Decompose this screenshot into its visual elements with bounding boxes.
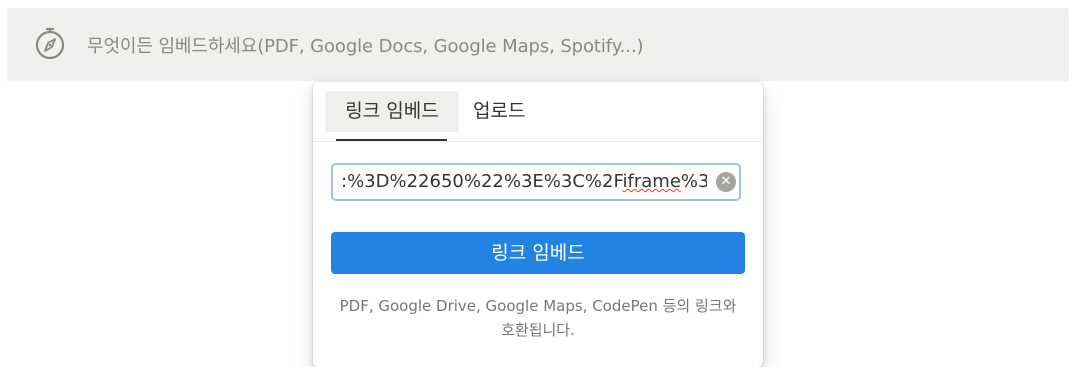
- embed-url-value[interactable]: :%3D%22650%22%3E%3C%2Fiframe%3E: [341, 165, 707, 199]
- url-text-misspelled: iframe: [622, 171, 681, 192]
- embed-popup: 링크 임베드 업로드 :%3D%22650%22%3E%3C%2Fiframe%…: [313, 82, 763, 367]
- embed-block-placeholder[interactable]: 무엇이든 임베드하세요(PDF, Google Docs, Google Map…: [7, 8, 1069, 81]
- tab-upload[interactable]: 업로드: [473, 91, 525, 132]
- active-tab-indicator: [336, 139, 447, 141]
- url-text-start: :%3D%22650%22%3E%3C%2F: [341, 171, 623, 192]
- embed-link-button[interactable]: 링크 임베드: [331, 232, 745, 274]
- clear-icon[interactable]: ✕: [716, 172, 736, 192]
- embed-help-text: PDF, Google Drive, Google Maps, CodePen …: [339, 297, 737, 339]
- embed-placeholder-text: 무엇이든 임베드하세요(PDF, Google Docs, Google Map…: [87, 36, 644, 57]
- popup-tabs: 링크 임베드 업로드: [313, 82, 763, 142]
- tab-embed-link[interactable]: 링크 임베드: [325, 91, 459, 132]
- compass-icon: [35, 27, 65, 60]
- url-text-end: %3E: [680, 171, 707, 192]
- embed-url-input[interactable]: :%3D%22650%22%3E%3C%2Fiframe%3E ✕: [331, 163, 741, 201]
